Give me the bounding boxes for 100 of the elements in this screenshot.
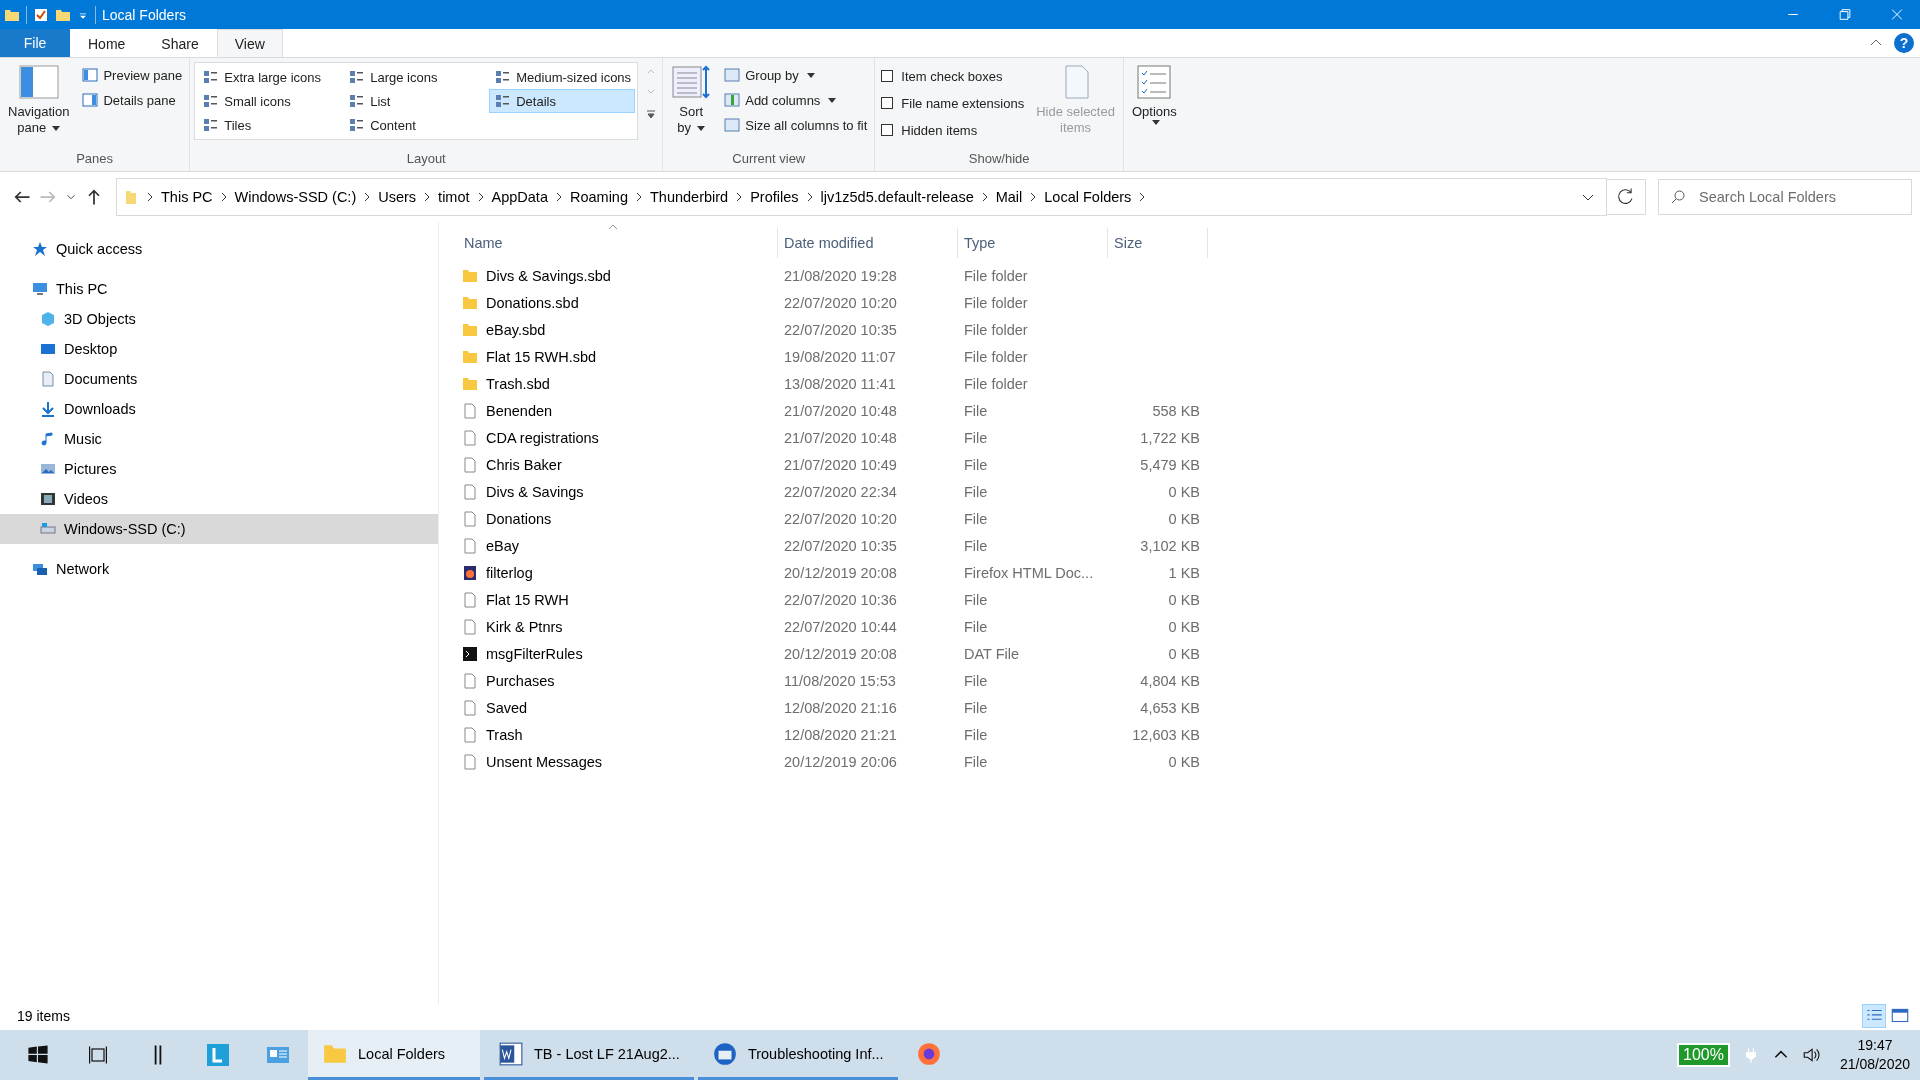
layout-option[interactable]: Small icons <box>197 89 344 113</box>
breadcrumb[interactable]: Mail <box>995 189 1023 205</box>
chevron-icon[interactable] <box>554 191 563 203</box>
file-row[interactable]: eBay 22/07/2020 10:35 File 3,102 KB <box>458 532 1920 559</box>
file-row[interactable]: Chris Baker 21/07/2020 10:49 File 5,479 KB <box>458 451 1920 478</box>
sidebar-item[interactable]: 3D Objects <box>0 304 438 334</box>
chevron-icon[interactable] <box>363 191 372 203</box>
chevron-icon[interactable] <box>1138 191 1147 203</box>
sidebar-item[interactable]: Windows-SSD (C:) <box>0 514 438 544</box>
layout-option[interactable]: Medium-sized icons <box>489 65 636 89</box>
file-row[interactable]: Saved 12/08/2020 21:16 File 4,653 KB <box>458 694 1920 721</box>
file-row[interactable]: Donations 22/07/2020 10:20 File 0 KB <box>458 505 1920 532</box>
chevron-icon[interactable] <box>735 191 744 203</box>
layout-option[interactable]: Large icons <box>343 65 490 89</box>
cube-icon <box>40 311 56 327</box>
file-row[interactable]: CDA registrations 21/07/2020 10:48 File 1,722 KB <box>458 424 1920 451</box>
file-row[interactable]: filterlog 20/12/2019 20:08 Firefox HTML Doc... 1 KB <box>458 559 1920 586</box>
breadcrumb[interactable]: Profiles <box>750 189 799 205</box>
chevron-icon[interactable] <box>1029 191 1038 203</box>
sidebar-item[interactable]: Videos <box>0 484 438 514</box>
view-button[interactable]: Add columns <box>721 89 871 111</box>
pane-button[interactable]: Details pane <box>79 89 186 111</box>
properties-icon[interactable] <box>33 6 49 23</box>
size-cell-text: 1,722 KB <box>1139 429 1201 446</box>
checkbox[interactable] <box>881 124 894 136</box>
breadcrumb[interactable]: Local Folders <box>1044 189 1132 205</box>
file-row[interactable]: Flat 15 RWH.sbd 19/08/2020 11:07 File folder <box>458 343 1920 370</box>
refresh-icon[interactable] <box>1606 179 1646 215</box>
file-row[interactable]: Donations.sbd 22/07/2020 10:20 File folder <box>458 289 1920 316</box>
sidebar-item[interactable]: Documents <box>0 364 438 394</box>
options-button[interactable]: Options <box>1127 62 1181 127</box>
ribbon-tab[interactable]: View <box>216 29 283 58</box>
type-cell-text: File folder <box>963 267 1029 284</box>
size-cell-text: 0 KB <box>1167 645 1201 662</box>
file-tab[interactable]: File <box>0 29 70 57</box>
breadcrumb[interactable]: Users <box>378 189 417 205</box>
clock[interactable]: 19:47 21/08/2020 <box>1825 1036 1920 1074</box>
taskbar-app[interactable]: Troubleshooting Inf... <box>697 1030 898 1080</box>
address-bar[interactable]: This PC Windows-SSD (C:) Users timot AppData Roaming Thunderbird Profiles ljv1z5d5.default-release Mail Local Folders <box>116 178 1607 216</box>
ribbon-tab[interactable]: Share <box>143 29 217 57</box>
taskbar-app[interactable]: Local Folders <box>308 1030 480 1080</box>
file-row[interactable]: Benenden 21/07/2020 10:48 File 558 KB <box>458 397 1920 424</box>
file-name: Divs & Savings.sbd <box>486 267 611 284</box>
file-type-icon <box>462 672 478 689</box>
details-view-icon[interactable] <box>1862 1004 1886 1028</box>
file-row[interactable]: Purchases 11/08/2020 15:53 File 4,804 KB <box>458 667 1920 694</box>
sort-by-button[interactable]: Sort by <box>667 62 716 138</box>
ribbon-tab[interactable]: Home <box>70 29 144 57</box>
column-header[interactable]: Size <box>1108 228 1208 258</box>
layout-option[interactable]: Details <box>489 89 636 113</box>
sidebar-item[interactable]: This PC <box>0 274 438 304</box>
breadcrumb[interactable]: Windows-SSD (C:) <box>234 189 357 205</box>
file-row[interactable]: msgFilterRules 20/12/2019 20:08 DAT File 0 KB <box>458 640 1920 667</box>
file-row[interactable]: Divs & Savings.sbd 21/08/2020 19:28 File folder <box>458 262 1920 289</box>
file-row[interactable]: Divs & Savings 22/07/2020 22:34 File 0 KB <box>458 478 1920 505</box>
chevron-icon[interactable] <box>146 191 154 203</box>
sidebar-item[interactable]: Music <box>0 424 438 454</box>
layout-option[interactable]: Extra large icons <box>197 65 344 89</box>
chevron-icon[interactable] <box>476 191 485 203</box>
file-row[interactable]: Flat 15 RWH 22/07/2020 10:36 File 0 KB <box>458 586 1920 613</box>
column-header[interactable]: Type <box>958 228 1108 258</box>
file-row[interactable]: Unsent Messages 20/12/2019 20:06 File 0 KB <box>458 748 1920 775</box>
taskbar-app[interactable]: TB - Lost LF 21Aug2... <box>484 1030 694 1080</box>
column-header[interactable]: Name <box>458 228 778 258</box>
view-button[interactable]: Size all columns to fit <box>721 114 871 136</box>
help-button[interactable]: ? <box>1894 33 1914 53</box>
file-row[interactable]: Trash.sbd 13/08/2020 11:41 File folder <box>458 370 1920 397</box>
checkbox[interactable] <box>881 97 894 109</box>
file-row[interactable]: Trash 12/08/2020 21:21 File 12,603 KB <box>458 721 1920 748</box>
layout-option[interactable]: Tiles <box>197 113 344 137</box>
checkbox[interactable] <box>881 70 894 82</box>
layout-option[interactable]: List <box>343 89 490 113</box>
file-row[interactable]: Kirk & Ptnrs 22/07/2020 10:44 File 0 KB <box>458 613 1920 640</box>
layout-option[interactable]: Content <box>343 113 490 137</box>
breadcrumb[interactable]: This PC <box>161 189 213 205</box>
sidebar-item[interactable]: Network <box>0 554 438 584</box>
sidebar-item[interactable]: Desktop <box>0 334 438 364</box>
sidebar-item[interactable]: Downloads <box>0 394 438 424</box>
chevron-icon[interactable] <box>805 191 814 203</box>
search-field[interactable]: Search Local Folders <box>1658 179 1912 215</box>
breadcrumb[interactable]: Thunderbird <box>650 189 729 205</box>
breadcrumb[interactable]: ljv1z5d5.default-release <box>820 189 974 205</box>
breadcrumb[interactable]: timot <box>438 189 470 205</box>
pane-button[interactable]: Preview pane <box>79 64 186 86</box>
sidebar-item[interactable]: Quick access <box>0 234 438 264</box>
file-name: Flat 15 RWH.sbd <box>486 348 597 365</box>
breadcrumb[interactable]: Roaming <box>569 189 628 205</box>
file-row[interactable]: eBay.sbd 22/07/2020 10:35 File folder <box>458 316 1920 343</box>
chevron-icon[interactable] <box>635 191 643 203</box>
chevron-icon[interactable] <box>980 191 989 203</box>
chevron-icon[interactable] <box>423 191 432 203</box>
sidebar-item[interactable]: Pictures <box>0 454 438 484</box>
breadcrumb[interactable]: AppData <box>491 189 548 205</box>
navigation-pane-button[interactable]: Navigation pane <box>4 62 74 138</box>
caret-icon <box>828 97 837 103</box>
chevron-icon[interactable] <box>219 191 228 203</box>
file-type-icon <box>462 564 478 581</box>
battery-indicator[interactable]: 100% <box>1677 1043 1730 1067</box>
column-header[interactable]: Date modified <box>778 228 958 258</box>
view-button[interactable]: Group by <box>721 64 871 86</box>
